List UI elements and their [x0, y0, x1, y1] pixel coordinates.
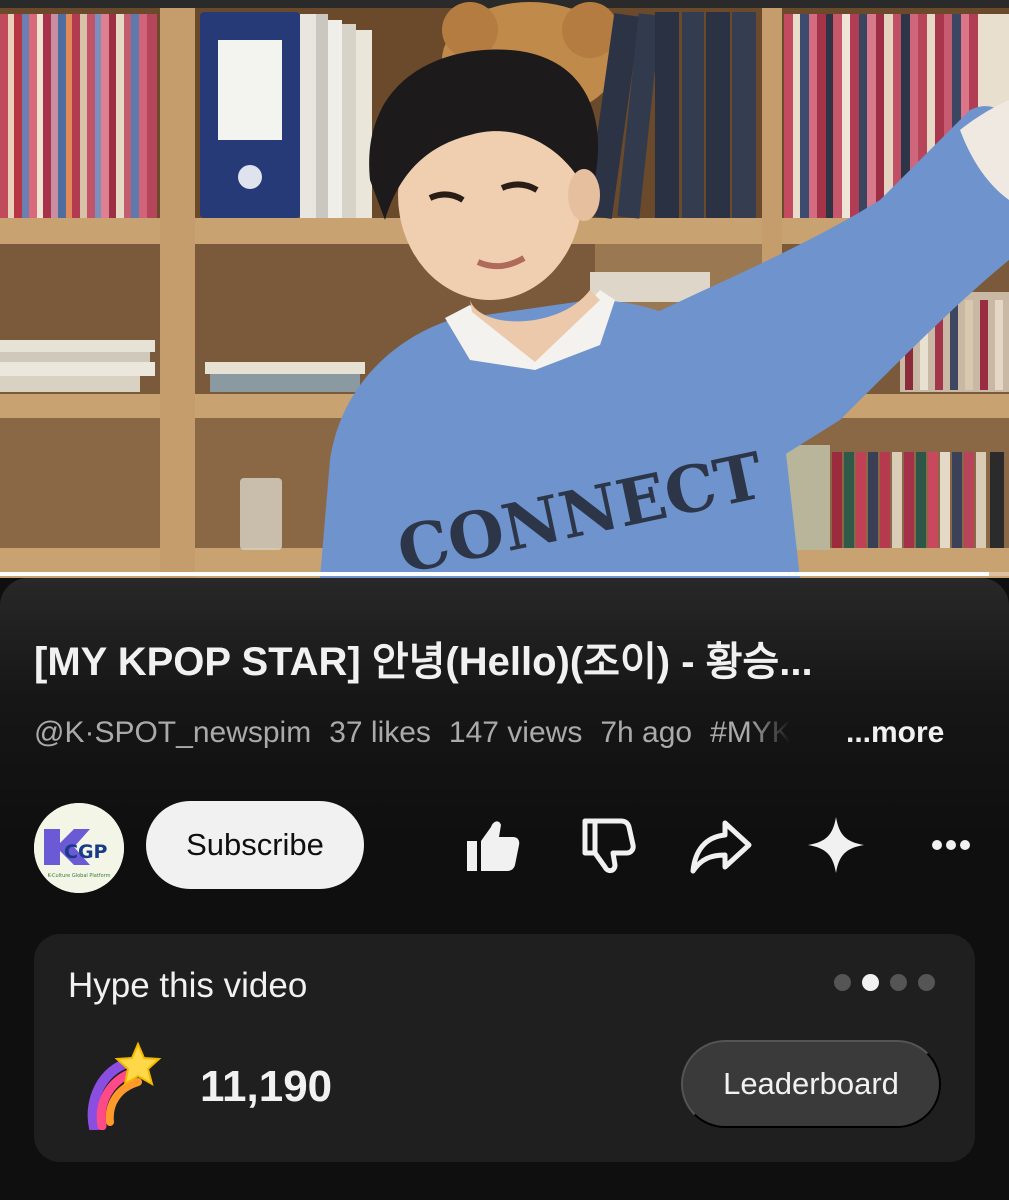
remix-button[interactable]	[801, 810, 871, 880]
more-link[interactable]: ...more	[846, 713, 944, 753]
like-count: 37 likes	[329, 716, 431, 749]
video-progress-bar[interactable]	[0, 572, 1009, 576]
hype-count: 11,190	[200, 1062, 333, 1111]
carousel-dot	[890, 974, 907, 991]
carousel-dot	[918, 974, 935, 991]
thumbs-down-icon	[582, 818, 636, 874]
dislike-button[interactable]	[572, 810, 642, 880]
sparkle-icon	[808, 817, 864, 873]
hype-card[interactable]: Hype this video 11,190 Leaderboard	[34, 934, 975, 1162]
thumbs-up-icon	[467, 821, 520, 871]
leaderboard-button[interactable]: Leaderboard	[681, 1040, 941, 1128]
view-count: 147 views	[448, 716, 583, 749]
carousel-dots	[834, 974, 935, 991]
hype-icon-wrap	[82, 1040, 162, 1133]
cds-bottom	[786, 445, 1004, 550]
video-progress-fill	[0, 572, 989, 576]
video-frame: CONNECT	[0, 0, 1009, 578]
share-icon	[690, 820, 752, 874]
channel-avatar[interactable]: CGP K-Culture Global Platform	[34, 803, 124, 893]
carousel-dot	[834, 974, 851, 991]
carousel-dot	[862, 974, 879, 991]
video-title[interactable]: [MY KPOP STAR] 안녕(Hello)(조이) - 황승...	[34, 638, 984, 686]
video-metadata[interactable]: @K·SPOT_newspim 37 likes 147 views 7h ag…	[34, 713, 834, 753]
hype-title: Hype this video	[68, 966, 308, 1005]
svg-text:K-Culture Global Platform: K-Culture Global Platform	[48, 873, 111, 879]
svg-text:CGP: CGP	[64, 841, 108, 863]
records-left	[0, 14, 157, 218]
video-player[interactable]: CONNECT	[0, 0, 1009, 578]
more-actions-button[interactable]	[916, 810, 986, 880]
channel-handle[interactable]: @K·SPOT_newspim	[34, 716, 311, 750]
upload-age: 7h ago	[600, 716, 693, 749]
kcgp-logo-icon: CGP K-Culture Global Platform	[34, 803, 124, 893]
like-button[interactable]	[456, 810, 526, 880]
subscribe-button[interactable]: Subscribe	[146, 801, 364, 889]
more-horizontal-icon	[932, 840, 970, 850]
share-button[interactable]	[686, 810, 756, 880]
hashtag[interactable]: #MYKPOPSTAR	[710, 716, 790, 750]
shooting-star-icon	[87, 1041, 162, 1133]
